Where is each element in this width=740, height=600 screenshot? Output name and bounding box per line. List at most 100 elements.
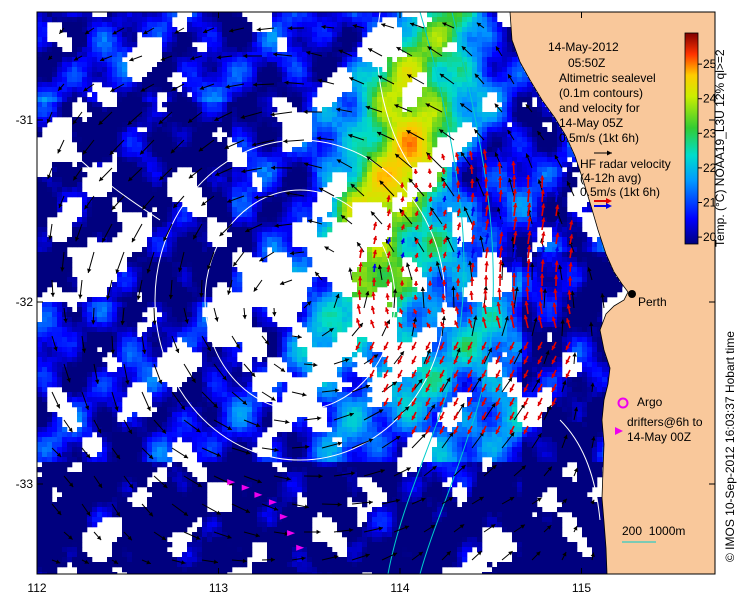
sst-cell: [332, 52, 338, 58]
sst-cell: [497, 77, 503, 83]
sst-cell: [162, 187, 168, 193]
sst-cell: [352, 192, 358, 198]
sst-cell: [327, 37, 333, 43]
sst-cell: [252, 212, 258, 218]
sst-cell: [312, 17, 318, 23]
sst-cell: [472, 137, 478, 143]
sst-cell: [177, 62, 183, 68]
sst-cell: [197, 217, 203, 223]
sst-cell: [152, 192, 158, 198]
sst-cell: [412, 62, 418, 68]
sst-cell: [587, 287, 593, 293]
sst-cell: [217, 177, 223, 183]
sst-cell: [107, 212, 113, 218]
sst-cell: [237, 72, 243, 78]
sst-cell: [477, 27, 483, 33]
sst-cell: [512, 147, 518, 153]
sst-cell: [412, 47, 418, 53]
sst-cell: [252, 37, 258, 43]
sst-cell: [337, 127, 343, 133]
sst-cell: [297, 312, 303, 318]
sst-cell: [162, 77, 168, 83]
sst-cell: [447, 252, 453, 258]
sst-cell: [302, 167, 308, 173]
sst-cell: [302, 182, 308, 188]
sst-cell: [307, 57, 313, 63]
sst-cell: [317, 142, 323, 148]
sst-cell: [177, 42, 183, 48]
sst-cell: [432, 292, 438, 298]
sst-cell: [302, 97, 308, 103]
sst-cell: [192, 257, 198, 263]
sst-cell: [177, 97, 183, 103]
sst-cell: [162, 152, 168, 158]
sst-cell: [207, 242, 213, 248]
sst-cell: [517, 117, 523, 123]
sst-cell: [597, 277, 603, 283]
sst-cell: [337, 317, 343, 323]
sst-cell: [187, 242, 193, 248]
sst-cell: [142, 27, 148, 33]
sst-cell: [72, 232, 78, 238]
sst-cell: [582, 232, 588, 238]
sst-cell: [232, 47, 238, 53]
sst-cell: [517, 192, 523, 198]
sst-cell: [327, 302, 333, 308]
sst-cell: [367, 72, 373, 78]
sst-cell: [472, 272, 478, 278]
sst-cell: [192, 67, 198, 73]
sst-cell: [427, 317, 433, 323]
sst-cell: [462, 112, 468, 118]
sst-cell: [487, 152, 493, 158]
sst-cell: [162, 217, 168, 223]
sst-cell: [387, 132, 393, 138]
sst-cell: [507, 137, 513, 143]
sst-cell: [42, 252, 48, 258]
sst-cell: [592, 307, 598, 313]
sst-cell: [262, 172, 268, 178]
sst-cell: [402, 177, 408, 183]
sst-cell: [117, 77, 123, 83]
sst-cell: [97, 147, 103, 153]
sst-cell: [317, 32, 323, 38]
sst-cell: [72, 137, 78, 143]
sst-cell: [547, 167, 553, 173]
sst-cell: [412, 287, 418, 293]
sst-cell: [157, 292, 163, 298]
sst-cell: [317, 82, 323, 88]
sst-cell: [472, 312, 478, 318]
sst-cell: [477, 67, 483, 73]
sst-cell: [167, 237, 173, 243]
sst-cell: [162, 272, 168, 278]
sst-cell: [517, 97, 523, 103]
sst-cell: [482, 142, 488, 148]
sst-cell: [127, 317, 133, 323]
sst-cell: [87, 207, 93, 213]
sst-cell: [62, 177, 68, 183]
sst-cell: [287, 17, 293, 23]
sst-cell: [262, 307, 268, 313]
sst-cell: [57, 112, 63, 118]
sst-cell: [197, 122, 203, 128]
sst-cell: [392, 87, 398, 93]
sst-cell: [417, 302, 423, 308]
sst-cell: [302, 47, 308, 53]
sst-cell: [322, 52, 328, 58]
sst-cell: [517, 197, 523, 203]
sst-cell: [297, 72, 303, 78]
sst-cell: [262, 217, 268, 223]
sst-cell: [397, 137, 403, 143]
sst-cell: [562, 157, 568, 163]
sst-cell: [347, 112, 353, 118]
sst-cell: [612, 282, 618, 288]
sst-cell: [452, 122, 458, 128]
sst-cell: [262, 52, 268, 58]
sst-cell: [532, 232, 538, 238]
sst-cell: [267, 217, 273, 223]
sst-cell: [572, 267, 578, 273]
sst-cell: [312, 12, 318, 18]
sst-cell: [422, 257, 428, 263]
sst-cell: [252, 317, 258, 323]
sst-cell: [577, 277, 583, 283]
sst-cell: [542, 307, 548, 313]
